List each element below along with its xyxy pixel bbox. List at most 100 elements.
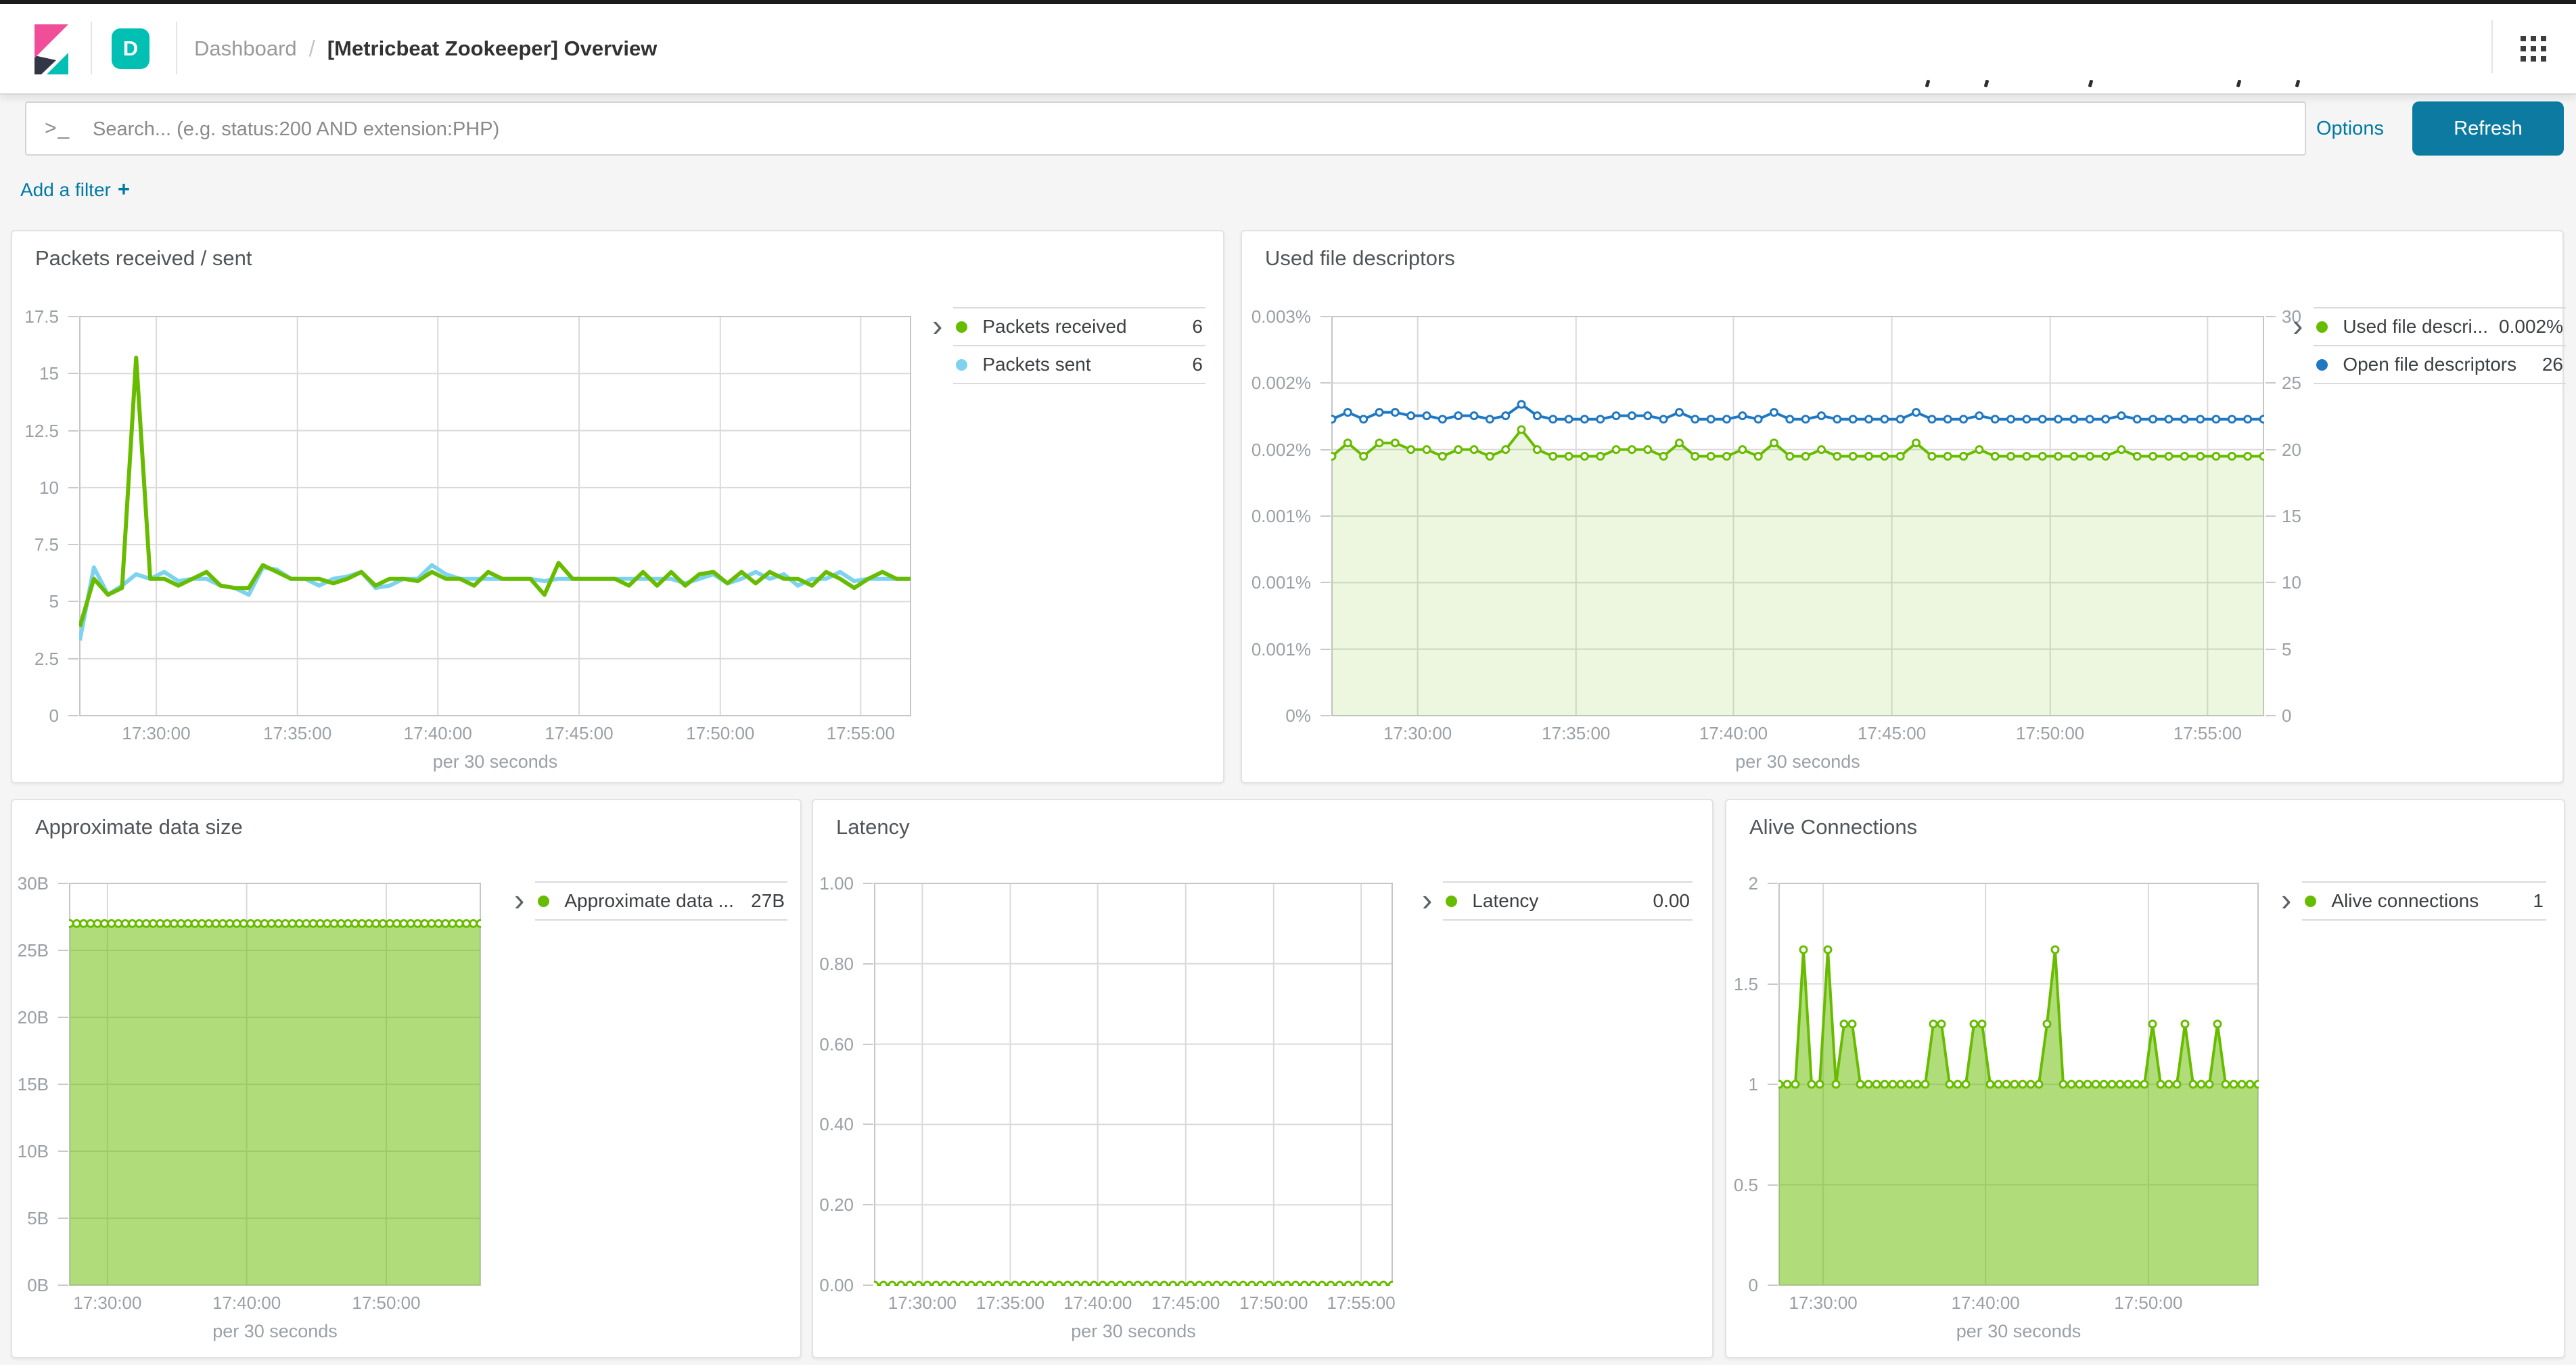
axis-caption: per 30 seconds	[1778, 1321, 2259, 1342]
legend-expand-icon[interactable]: ›	[1422, 881, 1432, 921]
y-axis-label: 7.5	[17, 534, 59, 555]
chart-plot-area[interactable]: 30B25B20B15B10B5B0B17:30:0017:40:0017:50…	[69, 883, 481, 1286]
legend-series-value: 26	[2542, 354, 2563, 375]
kibana-dashboard-app: D Dashboard / [Metricbeat Zookeeper] Ove…	[0, 0, 2576, 1365]
panel-title: Packets received / sent	[35, 246, 252, 271]
legend-series-value: 6	[1192, 316, 1203, 338]
legend-row[interactable]: Packets sent6	[953, 345, 1205, 384]
panel-title: Used file descriptors	[1265, 246, 1455, 271]
legend-series-value: 1	[2533, 890, 2544, 912]
y-axis-label: 2	[1731, 873, 1758, 894]
chart-plot-area[interactable]: 0.003%0.002%0.002%0.001%0.001%0.001%0%30…	[1331, 316, 2264, 716]
axis-tick	[1320, 449, 1331, 450]
chart-legend: › Alive connections 1	[2281, 881, 2546, 921]
panel-approximate-data-size: Approximate data size 30B25B20B15B10B5B0…	[11, 799, 802, 1358]
axis-tick	[1768, 1285, 1778, 1286]
y-axis-label: 0	[17, 705, 59, 726]
axis-tick	[1768, 1084, 1778, 1085]
header-divider	[2491, 20, 2493, 73]
axis-tick	[863, 1044, 873, 1045]
y-axis-label: 5B	[7, 1207, 49, 1229]
axis-caption: per 30 seconds	[69, 1321, 481, 1342]
chart-canvas[interactable]	[79, 316, 911, 716]
chart-canvas[interactable]	[1331, 316, 2264, 716]
search-input[interactable]	[91, 104, 1718, 154]
chart-legend: › Latency0.00	[1422, 881, 1693, 921]
header-divider	[91, 22, 92, 74]
legend-row[interactable]: Used file descri...0.002%	[2314, 307, 2566, 345]
axis-tick	[2266, 382, 2276, 384]
y-axis-label: 1.00	[806, 873, 854, 894]
axis-tick	[68, 373, 78, 374]
x-axis-label: 17:50:00	[2074, 1293, 2223, 1314]
x-axis-label: 17:55:00	[786, 723, 935, 744]
panel-title: Approximate data size	[35, 815, 243, 839]
legend-row[interactable]: Approximate data ...27B	[535, 881, 787, 921]
x-axis-label: 17:40:00	[1911, 1293, 2060, 1314]
breadcrumb-dashboard-link[interactable]: Dashboard	[194, 37, 297, 61]
axis-tick	[58, 1017, 68, 1018]
legend-series-label: Used file descri...	[2343, 316, 2489, 338]
legend-series-label: Open file descriptors	[2343, 354, 2533, 375]
apps-grid-icon[interactable]	[2521, 36, 2546, 62]
legend-expand-icon[interactable]: ›	[514, 881, 524, 921]
chart-canvas[interactable]	[69, 883, 481, 1286]
axis-tick	[1768, 883, 1778, 884]
refresh-button[interactable]: Refresh	[2412, 101, 2564, 156]
axis-tick	[1320, 715, 1331, 716]
axis-tick	[2266, 515, 2276, 517]
breadcrumb-separator: /	[309, 36, 315, 62]
axis-tick	[68, 430, 78, 432]
y-axis-label: 15	[17, 363, 59, 384]
legend-series-label: Packets sent	[982, 354, 1182, 375]
kibana-logo[interactable]	[33, 24, 70, 74]
legend-expand-icon[interactable]: ›	[932, 307, 942, 384]
breadcrumb: Dashboard / [Metricbeat Zookeeper] Overv…	[194, 4, 657, 93]
panel-alive-connections: Alive Connections 21.510.5017:30:0017:40…	[1725, 799, 2565, 1358]
right-y-axis-label: 0	[2282, 705, 2329, 726]
legend-row[interactable]: Alive connections 1	[2302, 881, 2546, 921]
legend-expand-icon[interactable]: ›	[2281, 881, 2291, 921]
legend-row[interactable]: Latency0.00	[1443, 881, 1693, 921]
axis-tick	[58, 1218, 68, 1219]
legend-row[interactable]: Packets received 6	[953, 307, 1205, 345]
series-color-dot	[956, 359, 967, 371]
axis-tick	[1320, 649, 1331, 650]
chart-canvas[interactable]	[1778, 883, 2259, 1286]
series-color-dot	[1446, 896, 1457, 907]
x-axis-label: 17:30:00	[1749, 1293, 1898, 1314]
query-options-link[interactable]: Options	[2316, 101, 2384, 156]
axis-tick	[1320, 515, 1331, 517]
axis-tick	[863, 1204, 873, 1205]
add-filter-link[interactable]: Add a filter+	[20, 177, 130, 202]
axis-caption: per 30 seconds	[1331, 751, 2264, 772]
y-axis-label: 30B	[7, 873, 49, 894]
chart-canvas[interactable]	[874, 883, 1393, 1286]
legend-series-label: Packets received	[982, 316, 1182, 338]
chart-plot-area[interactable]: 1.000.800.600.400.200.0017:30:0017:35:00…	[874, 883, 1393, 1286]
y-axis-label: 1.5	[1731, 973, 1758, 995]
x-axis-label: 17:55:00	[1287, 1293, 1435, 1314]
right-y-axis-label: 20	[2282, 439, 2329, 461]
y-axis-label: 0.002%	[1246, 439, 1311, 461]
header-divider	[176, 22, 177, 74]
x-axis-label: 17:30:00	[82, 723, 231, 744]
y-axis-label: 0.003%	[1246, 306, 1311, 327]
axis-tick	[58, 1151, 68, 1152]
chart-plot-area[interactable]: 17.51512.5107.552.5017:30:0017:35:0017:4…	[79, 316, 911, 716]
chart-plot-area[interactable]: 21.510.5017:30:0017:40:0017:50:00per 30 …	[1778, 883, 2259, 1286]
axis-tick	[58, 1084, 68, 1085]
right-y-axis-label: 5	[2282, 639, 2329, 660]
legend-row[interactable]: Open file descriptors 26	[2314, 345, 2566, 384]
y-axis-label: 0.001%	[1246, 639, 1311, 660]
header-bar: D Dashboard / [Metricbeat Zookeeper] Ove…	[0, 4, 2576, 95]
space-badge[interactable]: D	[112, 28, 150, 69]
chart-legend: › Used file descri...0.002%Open file des…	[2293, 307, 2566, 384]
x-axis-label: 17:30:00	[1343, 723, 1492, 744]
axis-tick	[68, 544, 78, 545]
legend-series-label: Alive connections	[2331, 890, 2523, 912]
axis-tick	[68, 601, 78, 602]
legend-expand-icon[interactable]: ›	[2293, 307, 2303, 384]
legend-series-value: 27B	[751, 890, 785, 912]
axis-tick	[68, 715, 78, 716]
